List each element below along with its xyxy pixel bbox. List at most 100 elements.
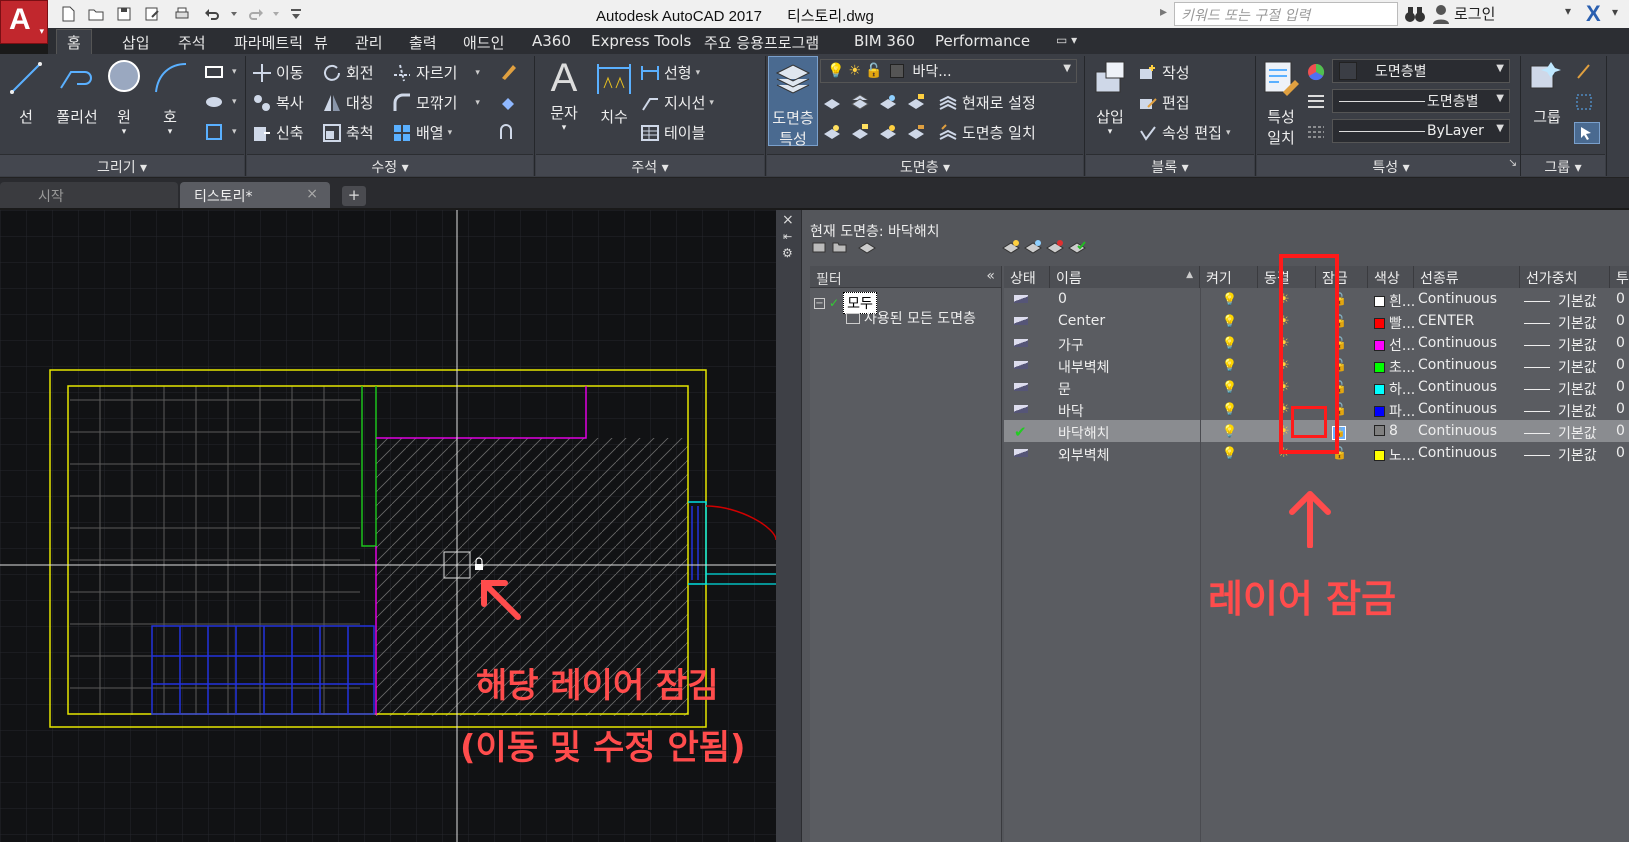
layer-dropdown[interactable]: 💡 ☀ 🔓 바닥... ▼ [820, 59, 1077, 83]
collapse-filter-icon[interactable]: « [986, 268, 995, 284]
close-tab-icon[interactable]: × [306, 186, 318, 202]
tab-home[interactable]: 홈 [56, 29, 92, 54]
palette-settings-icon[interactable]: ⚙ [782, 246, 793, 260]
layer-lineweight[interactable]: 기본값 [1524, 291, 1610, 311]
dimension-button[interactable]: 치수 [592, 58, 636, 127]
edit-attributes-button[interactable]: 속성 편집 ▾ [1138, 122, 1231, 143]
tab-annotate[interactable]: 주석 [178, 32, 206, 53]
layer-linetype[interactable]: Continuous [1418, 335, 1518, 351]
fillet-button[interactable]: 모깎기 ▾ [392, 92, 480, 113]
search-expand-icon[interactable]: ▸ [1160, 4, 1167, 20]
new-property-filter-icon[interactable] [812, 240, 828, 254]
boundary-button[interactable]: ▾ [204, 122, 237, 142]
groups-panel-title[interactable]: 그룹 ▾ [1521, 154, 1605, 176]
layer-transparency[interactable]: 0 [1616, 313, 1625, 329]
exchange-apps-icon[interactable]: X [1586, 1, 1601, 27]
rotate-button[interactable]: 회전 [322, 62, 374, 83]
col-transparency[interactable]: 투명도 [1610, 266, 1629, 288]
layer-name[interactable]: 가구 [1058, 335, 1198, 355]
layer-color[interactable]: 선... [1374, 335, 1414, 355]
bulb-on-icon[interactable]: 💡 [1222, 379, 1237, 395]
filter-used-node[interactable]: 사용된 모든 도면층 [846, 308, 976, 328]
match-layer-button[interactable]: 도면층 일치 [938, 122, 1036, 143]
lineweight-dropdown[interactable]: 도면층별 ▼ [1332, 89, 1510, 113]
tab-start[interactable]: 시작 [0, 182, 178, 208]
bulb-on-icon[interactable]: 💡 [1222, 445, 1237, 461]
table-button[interactable]: 테이블 [640, 122, 705, 143]
layer-transparency[interactable]: 0 [1616, 379, 1625, 395]
match-properties-button[interactable]: 특성 일치 [1258, 58, 1304, 148]
login-button[interactable]: 로그인 [1432, 3, 1495, 24]
bulb-on-icon[interactable]: 💡 [1222, 335, 1237, 351]
application-menu-button[interactable]: A ▾ [0, 0, 48, 44]
layer-linetype[interactable]: Continuous [1418, 291, 1518, 307]
layer-status-icon[interactable] [1014, 405, 1028, 413]
color-wheel-button[interactable] [1306, 62, 1330, 82]
layer-name[interactable]: 바닥해치 [1058, 423, 1198, 443]
copy-button[interactable]: 복사 [252, 92, 304, 113]
layer-lineweight[interactable]: 기본값 [1524, 401, 1610, 421]
leader-button[interactable]: 지시선 ▾ [640, 92, 714, 113]
tab-output[interactable]: 출력 [409, 32, 437, 53]
tab-express-tools[interactable]: Express Tools [591, 32, 691, 50]
tab-manage[interactable]: 관리 [355, 32, 383, 53]
layer-status-icon[interactable] [1014, 339, 1028, 347]
layer-color[interactable]: 초... [1374, 357, 1414, 377]
ribbon-minimize-icon[interactable]: ▭ ▾ [1056, 33, 1077, 47]
undo-icon[interactable] [200, 3, 224, 25]
layer-on-button[interactable] [822, 122, 846, 142]
layer-color[interactable]: 빨... [1374, 313, 1414, 333]
layer-name[interactable]: 내부벽체 [1058, 357, 1198, 377]
customize-qat-icon[interactable] [284, 3, 308, 25]
draw-panel-title[interactable]: 그리기 ▾ [0, 154, 244, 176]
layer-color[interactable]: 파... [1374, 401, 1414, 421]
col-color[interactable]: 색상 [1368, 266, 1414, 288]
layer-name[interactable]: 0 [1058, 291, 1198, 307]
layer-states-manager-icon[interactable] [858, 240, 876, 254]
layer-color[interactable]: 하... [1374, 379, 1414, 399]
layer-off-button[interactable] [822, 92, 846, 112]
tab-bim360[interactable]: BIM 360 [854, 32, 915, 50]
delete-layer-icon[interactable] [1046, 240, 1064, 254]
properties-panel-title[interactable]: 특성 ▾ [1257, 154, 1525, 176]
undo-dropdown-icon[interactable] [222, 3, 246, 25]
tab-parametric[interactable]: 파라메트릭 [234, 32, 303, 53]
layer-status-icon[interactable] [1014, 295, 1028, 303]
layer-linetype[interactable]: Continuous [1418, 401, 1518, 417]
tab-a360[interactable]: A360 [532, 32, 571, 50]
login-dropdown-icon[interactable]: ▾ [1565, 4, 1571, 18]
layer-status-icon[interactable] [1014, 449, 1028, 457]
layer-linetype[interactable]: Continuous [1418, 445, 1518, 461]
exchange-dropdown-icon[interactable]: ▾ [1612, 5, 1618, 19]
tab-current-drawing[interactable]: 티스토리* × [180, 182, 330, 208]
color-dropdown[interactable]: 도면층별 ▼ [1332, 59, 1510, 83]
polyline-button[interactable]: 폴리선 [50, 58, 104, 127]
print-icon[interactable] [170, 3, 194, 25]
tab-performance[interactable]: Performance [935, 32, 1030, 50]
layer-lineweight[interactable]: 기본값 [1524, 313, 1610, 333]
make-current-button[interactable]: 현재로 설정 [938, 92, 1036, 113]
hatch-button[interactable]: ▾ [204, 92, 237, 112]
current-layer-check-icon[interactable]: ✔ [1014, 423, 1027, 441]
stretch-button[interactable]: 신축 [252, 122, 304, 143]
layer-transparency[interactable]: 0 [1616, 401, 1625, 417]
new-vp-frozen-layer-icon[interactable] [1024, 240, 1042, 254]
close-palette-icon[interactable]: × [782, 212, 794, 228]
layer-color[interactable]: 8 [1374, 423, 1414, 439]
offset-button[interactable] [498, 122, 522, 142]
layer-freeze-button[interactable] [878, 92, 902, 112]
properties-launcher-icon[interactable]: ↘ [1508, 156, 1517, 169]
col-lineweight[interactable]: 선가중치 [1520, 266, 1610, 288]
open-icon[interactable] [84, 3, 108, 25]
annotation-panel-title[interactable]: 주석 ▾ [536, 154, 764, 176]
save-as-icon[interactable] [140, 3, 164, 25]
layer-name[interactable]: 바닥 [1058, 401, 1198, 421]
tab-insert[interactable]: 삽입 [122, 32, 150, 53]
edit-block-button[interactable]: 편집 [1138, 92, 1190, 113]
layer-lineweight[interactable]: 기본값 [1524, 357, 1610, 377]
layer-lineweight[interactable]: 기본값 [1524, 379, 1610, 399]
tab-view[interactable]: 뷰 [314, 32, 328, 53]
group-selection-toggle[interactable] [1574, 122, 1600, 144]
rectangle-button[interactable]: ▾ [204, 62, 237, 82]
trim-button[interactable]: 자르기 ▾ [392, 62, 480, 83]
